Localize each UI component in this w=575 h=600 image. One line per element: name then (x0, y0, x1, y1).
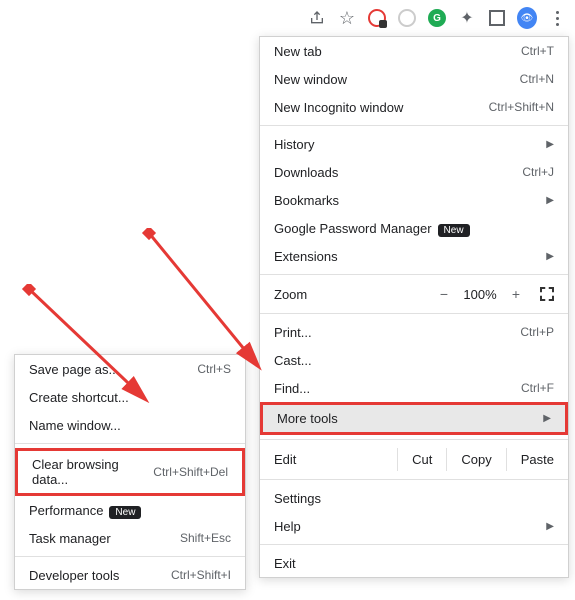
menu-shortcut: Ctrl+Shift+I (171, 568, 231, 582)
menu-label: Extensions (274, 249, 538, 264)
reading-list-icon[interactable] (487, 8, 507, 28)
menu-shortcut: Ctrl+Shift+Del (153, 465, 228, 479)
submenu-clear-browsing-data[interactable]: Clear browsing data... Ctrl+Shift+Del (15, 448, 245, 496)
menu-label: Find... (274, 381, 521, 396)
menu-more-tools[interactable]: More tools ▶ (260, 402, 568, 435)
gray-circle-extension-icon[interactable] (397, 8, 417, 28)
menu-shortcut: Ctrl+S (197, 362, 231, 376)
menu-settings[interactable]: Settings (260, 484, 568, 512)
menu-new-tab[interactable]: New tab Ctrl+T (260, 37, 568, 65)
main-menu: New tab Ctrl+T New window Ctrl+N New Inc… (259, 36, 569, 578)
menu-label: Bookmarks (274, 193, 538, 208)
star-icon[interactable]: ☆ (337, 8, 357, 28)
menu-shortcut: Ctrl+T (521, 44, 554, 58)
edit-label: Edit (274, 452, 397, 467)
submenu-arrow-icon: ▶ (546, 195, 554, 206)
copy-button[interactable]: Copy (446, 448, 505, 471)
submenu-developer-tools[interactable]: Developer tools Ctrl+Shift+I (15, 561, 245, 589)
paste-button[interactable]: Paste (506, 448, 568, 471)
more-tools-submenu: Save page as... Ctrl+S Create shortcut..… (14, 354, 246, 590)
menu-label: Developer tools (29, 568, 171, 583)
separator (260, 439, 568, 440)
menu-label: New tab (274, 44, 521, 59)
submenu-create-shortcut[interactable]: Create shortcut... (15, 383, 245, 411)
zoom-out-button[interactable]: − (430, 286, 458, 302)
menu-zoom: Zoom − 100% + (260, 279, 568, 309)
menu-label: Settings (274, 491, 554, 506)
new-badge: New (438, 224, 470, 237)
menu-find[interactable]: Find... Ctrl+F (260, 374, 568, 402)
share-icon[interactable] (307, 8, 327, 28)
submenu-arrow-icon: ▶ (546, 251, 554, 262)
submenu-arrow-icon: ▶ (543, 413, 551, 424)
separator (260, 313, 568, 314)
menu-help[interactable]: Help ▶ (260, 512, 568, 540)
kebab-menu-icon[interactable] (547, 8, 567, 28)
menu-shortcut: Ctrl+J (522, 165, 554, 179)
cut-button[interactable]: Cut (397, 448, 446, 471)
menu-label: Create shortcut... (29, 390, 231, 405)
browser-toolbar: ☆ G ✦ 👁 (307, 8, 567, 28)
submenu-performance[interactable]: PerformanceNew (15, 496, 245, 524)
extensions-icon[interactable]: ✦ (457, 8, 477, 28)
zoom-label: Zoom (274, 287, 430, 302)
menu-shortcut: Ctrl+F (521, 381, 554, 395)
submenu-arrow-icon: ▶ (546, 521, 554, 532)
menu-history[interactable]: History ▶ (260, 130, 568, 158)
submenu-name-window[interactable]: Name window... (15, 411, 245, 439)
separator (260, 544, 568, 545)
menu-label: PerformanceNew (29, 503, 231, 518)
separator (260, 479, 568, 480)
separator (15, 443, 245, 444)
separator (260, 274, 568, 275)
menu-label: Google Password ManagerNew (274, 221, 554, 236)
submenu-save-page[interactable]: Save page as... Ctrl+S (15, 355, 245, 383)
menu-password-manager[interactable]: Google Password ManagerNew (260, 214, 568, 242)
menu-shortcut: Shift+Esc (180, 531, 231, 545)
new-badge: New (109, 506, 141, 519)
menu-new-window[interactable]: New window Ctrl+N (260, 65, 568, 93)
menu-bookmarks[interactable]: Bookmarks ▶ (260, 186, 568, 214)
menu-label: Print... (274, 325, 520, 340)
menu-label: Exit (274, 556, 554, 571)
menu-edit: Edit Cut Copy Paste (260, 444, 568, 475)
menu-cast[interactable]: Cast... (260, 346, 568, 374)
menu-label: Downloads (274, 165, 522, 180)
menu-label: New window (274, 72, 520, 87)
submenu-task-manager[interactable]: Task manager Shift+Esc (15, 524, 245, 552)
separator (15, 556, 245, 557)
menu-label: Name window... (29, 418, 231, 433)
menu-label: Cast... (274, 353, 554, 368)
menu-label: Task manager (29, 531, 180, 546)
zoom-in-button[interactable]: + (502, 286, 530, 302)
menu-exit[interactable]: Exit (260, 549, 568, 577)
menu-label: New Incognito window (274, 100, 489, 115)
menu-downloads[interactable]: Downloads Ctrl+J (260, 158, 568, 186)
menu-extensions[interactable]: Extensions ▶ (260, 242, 568, 270)
red-circle-extension-icon[interactable] (367, 8, 387, 28)
menu-label: Help (274, 519, 538, 534)
menu-label: History (274, 137, 538, 152)
menu-shortcut: Ctrl+N (520, 72, 554, 86)
menu-label: More tools (277, 411, 535, 426)
menu-print[interactable]: Print... Ctrl+P (260, 318, 568, 346)
menu-shortcut: Ctrl+Shift+N (489, 100, 554, 114)
profile-avatar-icon[interactable]: 👁 (517, 8, 537, 28)
fullscreen-icon[interactable] (540, 287, 554, 301)
submenu-arrow-icon: ▶ (546, 139, 554, 150)
menu-label: Clear browsing data... (32, 457, 153, 487)
menu-label: Save page as... (29, 362, 197, 377)
grammarly-icon[interactable]: G (427, 8, 447, 28)
menu-shortcut: Ctrl+P (520, 325, 554, 339)
separator (260, 125, 568, 126)
menu-new-incognito[interactable]: New Incognito window Ctrl+Shift+N (260, 93, 568, 121)
zoom-value: 100% (458, 287, 502, 302)
